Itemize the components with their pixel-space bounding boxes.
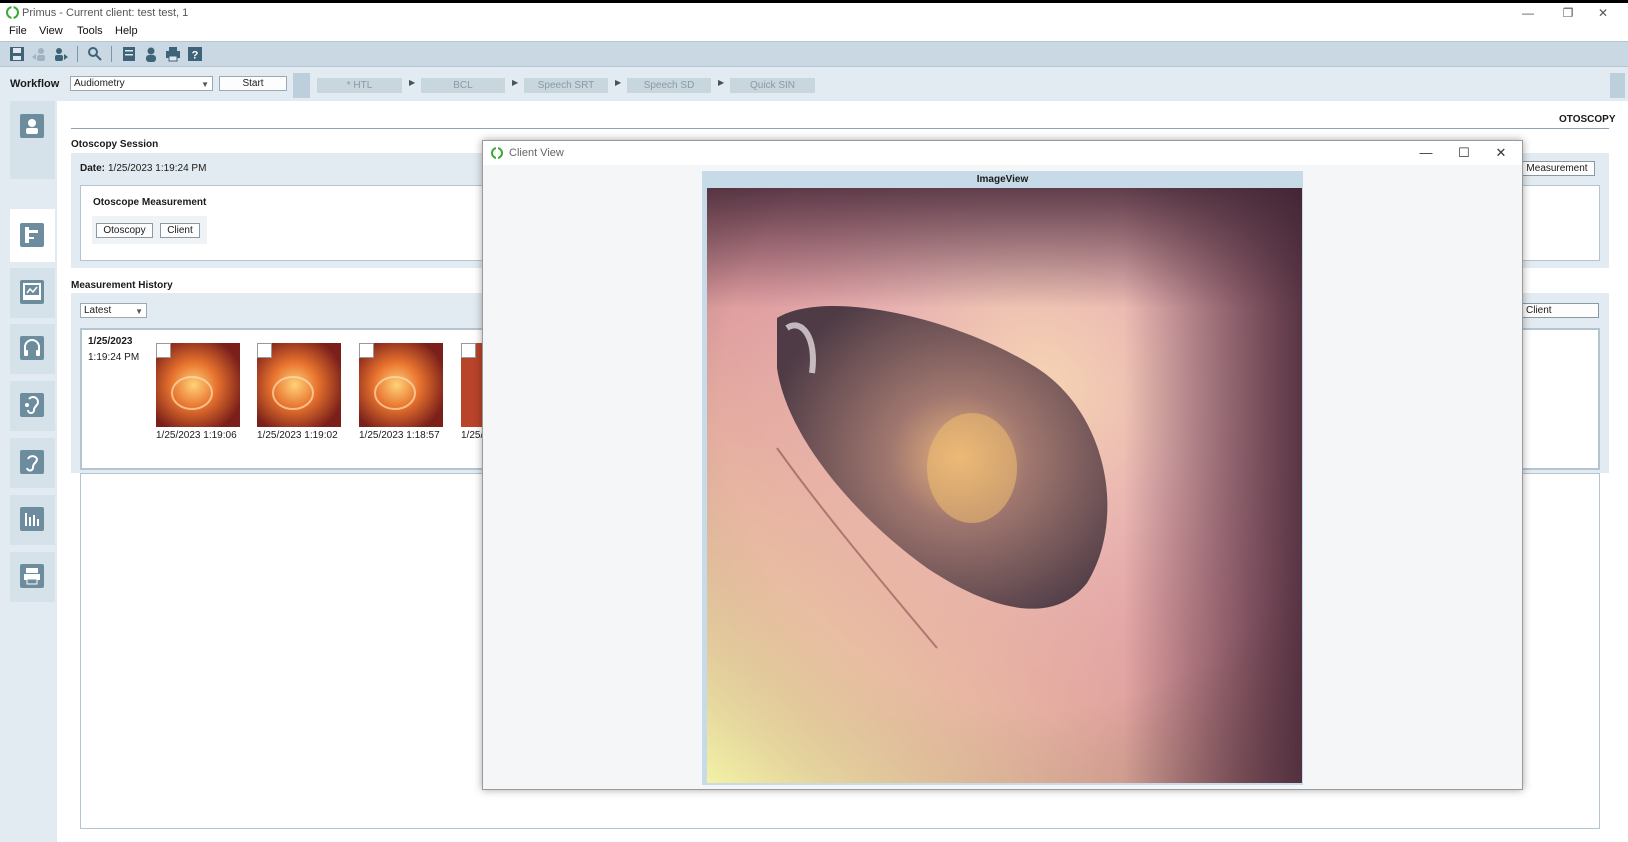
search-client-icon[interactable] [87,46,103,62]
minimize-button[interactable]: — [1515,5,1541,21]
sidebar-item-ear[interactable] [10,438,55,488]
date-value: 1/25/2023 1:19:24 PM [108,163,207,174]
workflow-select[interactable]: Audiometry ▼ [70,76,213,91]
primus-logo-icon [6,6,19,19]
menu-file[interactable]: File [9,25,27,37]
menu-view[interactable]: View [39,25,63,37]
thumbnail-caption: 1/25/ [461,430,484,441]
restore-button[interactable]: ❐ [1555,5,1581,21]
hearing-aid-icon [20,393,44,417]
help-icon[interactable]: ? [187,46,203,62]
sidebar-item-hearing-aid[interactable] [10,381,55,431]
client-icon [20,114,44,138]
history-time: 1:19:24 PM [88,352,140,363]
sidebar-item-chart[interactable] [10,495,55,545]
step-arrow-icon: ▶ [718,78,725,87]
chevron-down-icon: ▼ [135,307,143,316]
print-icon[interactable] [165,46,181,62]
toolbar-separator [77,46,78,62]
workflow-step-bcl[interactable]: BCL [421,78,505,93]
client-view-window: Client View — ☐ ✕ ImageView [482,140,1523,790]
audiometer-icon [20,280,44,304]
client-forward-icon[interactable] [53,46,69,62]
measurement-title: Otoscope Measurement [93,197,207,208]
image-view-frame: ImageView [702,171,1303,785]
workflow-step-speech-sd[interactable]: Speech SD [627,78,711,93]
menu-tools[interactable]: Tools [77,25,103,37]
workflow-step-quick-sin[interactable]: Quick SIN [730,78,815,93]
start-button[interactable]: Start [219,76,287,91]
toolbar: ? [0,41,1628,67]
sidebar-item-client[interactable] [10,101,55,179]
close-button[interactable]: ✕ [1590,5,1616,21]
history-filter-value: Latest [84,305,112,316]
session-title: Otoscopy Session [71,139,159,150]
client-button[interactable]: Client [160,223,200,238]
workflow-select-value: Audiometry [74,78,125,89]
client-view-minimize-button[interactable]: — [1411,145,1441,161]
title-bar: Primus - Current client: test test, 1 — … [0,3,1628,23]
chevron-down-icon: ▼ [201,80,209,89]
workflow-step-speech-srt[interactable]: Speech SRT [524,78,608,93]
thumbnail-caption: 1/25/2023 1:19:06 [156,430,237,441]
menu-bar: File View Tools Help [0,23,1628,41]
workflow-step-htl[interactable]: * HTL [317,78,402,93]
history-title: Measurement History [71,280,173,291]
save-icon[interactable] [9,46,25,62]
client-view-close-button[interactable]: ✕ [1486,145,1516,161]
workflow-bar: Workflow Audiometry ▼ Start * HTL ▶ BCL … [0,67,1628,101]
image-view-title: ImageView [976,174,1029,185]
headphones-icon [20,336,44,360]
workflow-marker [293,73,310,98]
page-title: OTOSCOPY [1559,114,1616,125]
window-title: Primus - Current client: test test, 1 [22,7,189,19]
workflow-label: Workflow [10,78,60,90]
sidebar-item-printer[interactable] [10,552,55,602]
header-divider [71,128,1609,129]
client-icon[interactable] [143,46,159,62]
thumbnail-caption: 1/25/2023 1:18:57 [359,430,440,441]
sidebar-item-otoscope[interactable] [10,209,55,262]
measurement-button[interactable]: Measurement [1519,161,1595,176]
client-view-titlebar: Client View — ☐ ✕ [483,141,1522,165]
client-view-maximize-button[interactable]: ☐ [1449,145,1479,161]
primus-logo-icon [491,147,503,159]
thumbnail-checkbox[interactable] [461,343,476,358]
otoscope-image [707,188,1302,783]
history-client-button[interactable]: Client [1519,303,1599,318]
step-arrow-icon: ▶ [409,78,416,87]
otoscope-icon [20,223,44,247]
workflow-right-marker [1610,73,1625,98]
chart-icon [20,507,44,531]
thumbnail-checkbox[interactable] [257,343,272,358]
thumbnail-checkbox[interactable] [359,343,374,358]
sidebar-item-headphones[interactable] [10,324,55,374]
menu-help[interactable]: Help [115,25,138,37]
client-back-icon[interactable] [31,46,47,62]
step-arrow-icon: ▶ [615,78,622,87]
date-label: Date: [80,163,106,174]
thumbnail-caption: 1/25/2023 1:19:02 [257,430,338,441]
ear-icon [20,450,44,474]
notes-icon[interactable] [121,46,137,62]
svg-text:?: ? [192,50,199,62]
printer-device-icon [20,564,44,588]
history-filter-select[interactable]: Latest ▼ [80,303,147,318]
otoscopy-button[interactable]: Otoscopy [96,223,153,238]
client-view-title: Client View [509,147,564,159]
history-date: 1/25/2023 [88,336,133,347]
sidebar-item-audiometer[interactable] [10,268,55,318]
toolbar-separator [111,46,112,62]
thumbnail-checkbox[interactable] [156,343,171,358]
step-arrow-icon: ▶ [512,78,519,87]
